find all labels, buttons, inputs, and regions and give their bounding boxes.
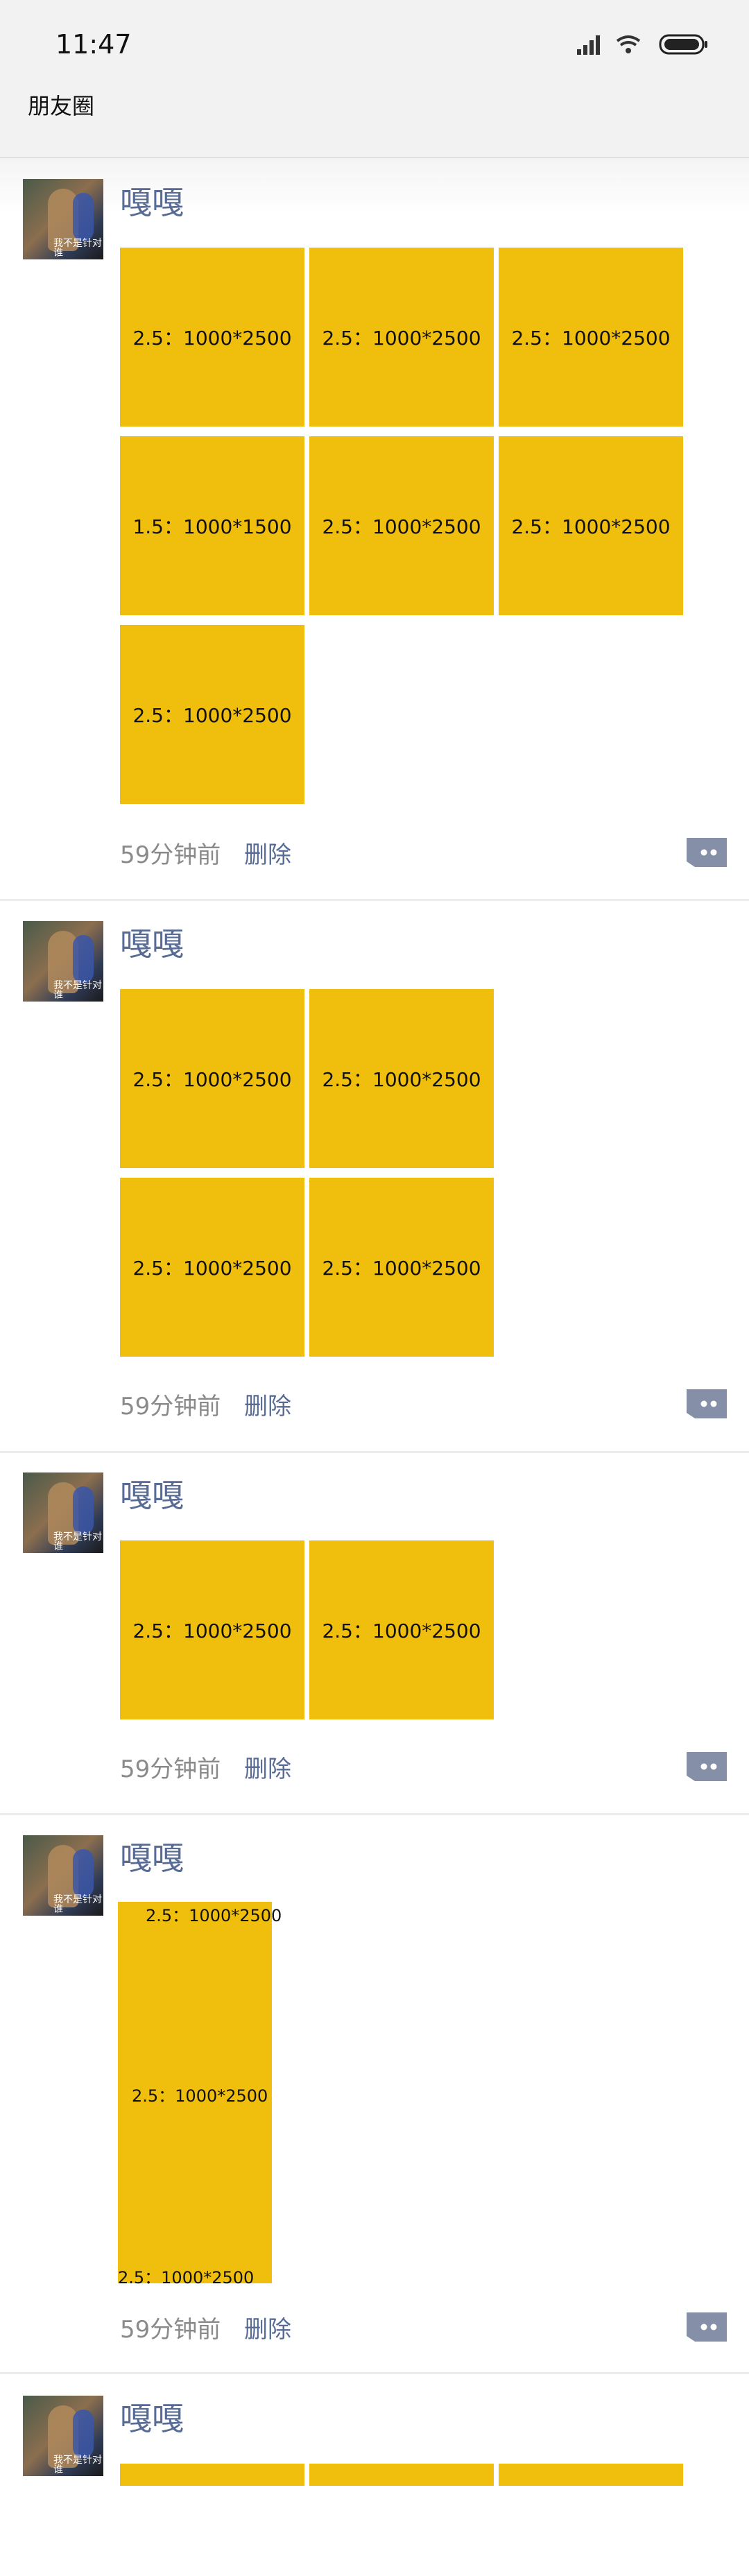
poster-name[interactable]: 嘎嘎: [120, 183, 184, 222]
avatar[interactable]: 我不是针对谁: [23, 2396, 103, 2476]
image-thumbnail[interactable]: 2.5：1000*2500 2.5：1000*2500 2.5：1000*250…: [118, 1902, 282, 2287]
avatar[interactable]: 我不是针对谁: [23, 179, 103, 259]
delete-link[interactable]: 删除: [244, 836, 291, 870]
avatar[interactable]: 我不是针对谁: [23, 1472, 103, 1553]
image-thumbnail[interactable]: 2.5：1000*2500: [309, 1178, 494, 1357]
image-thumbnail[interactable]: [309, 2464, 494, 2486]
poster-name[interactable]: 嘎嘎: [120, 2399, 184, 2438]
signal-icon: [577, 35, 600, 55]
image-thumbnail[interactable]: 2.5：1000*2500: [120, 1540, 304, 1719]
delete-link[interactable]: 删除: [244, 1750, 291, 1784]
avatar[interactable]: 我不是针对谁: [23, 1835, 103, 1916]
image-thumbnail[interactable]: 2.5：1000*2500: [309, 436, 494, 615]
title-shadow: [0, 158, 749, 214]
wifi-icon: [616, 35, 641, 53]
image-thumbnail[interactable]: 1.5：1000*1500: [120, 436, 304, 615]
image-thumbnail[interactable]: [499, 2464, 683, 2486]
status-time: 11:47: [55, 29, 132, 60]
divider: [0, 1451, 749, 1453]
page-title: 朋友圈: [28, 93, 95, 119]
battery-icon: [659, 34, 707, 55]
poster-name[interactable]: 嘎嘎: [120, 925, 184, 963]
image-label: 2.5：1000*2500: [132, 2086, 268, 2106]
comment-icon[interactable]: [687, 2312, 727, 2342]
image-thumbnail[interactable]: 2.5：1000*2500: [120, 248, 304, 427]
post-time: 59分钟前: [120, 1393, 221, 1420]
image-thumbnail[interactable]: 2.5：1000*2500: [499, 436, 683, 615]
title-bar: [0, 83, 749, 158]
delete-link[interactable]: 删除: [244, 1387, 291, 1421]
image-thumbnail[interactable]: 2.5：1000*2500: [309, 248, 494, 427]
comment-icon[interactable]: [687, 838, 727, 867]
divider: [0, 1813, 749, 1815]
poster-name[interactable]: 嘎嘎: [120, 1476, 184, 1515]
avatar[interactable]: 我不是针对谁: [23, 921, 103, 1002]
comment-icon[interactable]: [687, 1752, 727, 1781]
post-time: 59分钟前: [120, 2316, 221, 2344]
image-thumbnail[interactable]: 2.5：1000*2500: [309, 989, 494, 1168]
poster-name[interactable]: 嘎嘎: [120, 1839, 184, 1878]
divider: [0, 2372, 749, 2374]
image-label: 2.5：1000*2500: [146, 1906, 282, 1925]
status-icons: [577, 31, 716, 59]
comment-icon[interactable]: [687, 1389, 727, 1418]
image-label: 2.5：1000*2500: [118, 2268, 255, 2287]
image-thumbnail[interactable]: 2.5：1000*2500: [120, 989, 304, 1168]
image-thumbnail[interactable]: [120, 2464, 304, 2486]
image-thumbnail[interactable]: 2.5：1000*2500: [120, 625, 304, 804]
image-thumbnail[interactable]: 2.5：1000*2500: [309, 1540, 494, 1719]
image-thumbnail[interactable]: 2.5：1000*2500: [499, 248, 683, 427]
post-time: 59分钟前: [120, 1755, 221, 1783]
image-thumbnail[interactable]: 2.5：1000*2500: [120, 1178, 304, 1357]
divider: [0, 899, 749, 901]
delete-link[interactable]: 删除: [244, 2310, 291, 2344]
post-time: 59分钟前: [120, 841, 221, 869]
